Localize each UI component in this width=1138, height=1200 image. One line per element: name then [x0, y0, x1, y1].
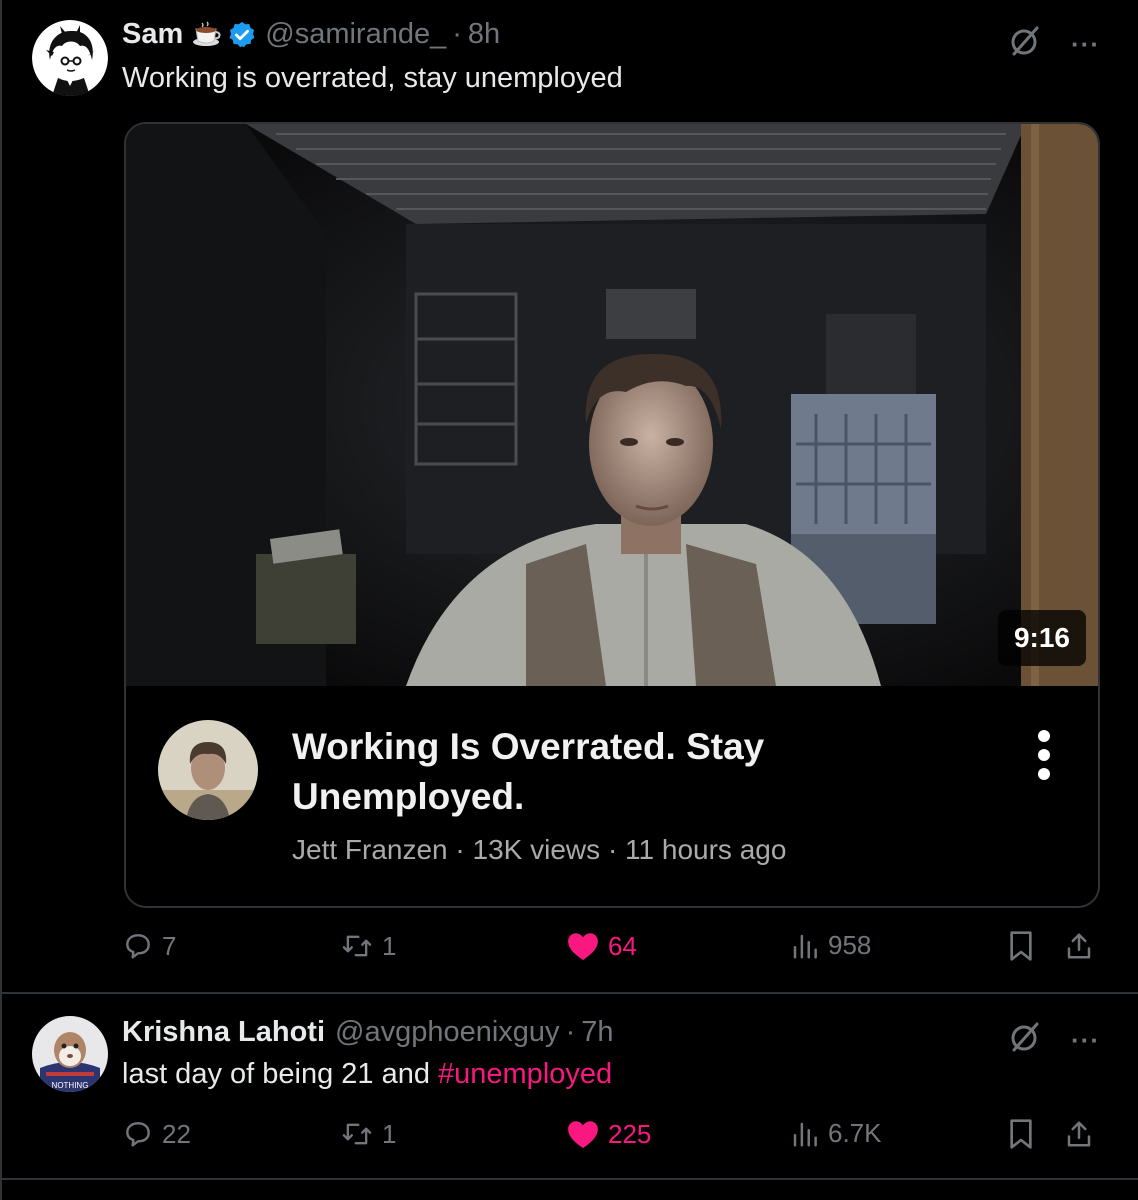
views-icon: [790, 931, 820, 961]
channel-avatar[interactable]: [158, 720, 258, 820]
separator: ·: [607, 834, 618, 865]
bookmark-button[interactable]: [1006, 1118, 1036, 1150]
display-name[interactable]: Sam: [122, 18, 183, 51]
timestamp[interactable]: 8h: [468, 18, 500, 51]
separator: ·: [455, 834, 465, 865]
heart-icon: [566, 1118, 600, 1150]
separator: ·: [565, 1016, 576, 1048]
tweet-text-prefix: last day of being 21 and: [122, 1058, 439, 1090]
timestamp[interactable]: 7h: [581, 1016, 613, 1049]
video-more-icon[interactable]: [1036, 730, 1052, 780]
tweet-header: Sam @samirande_ · 8h: [122, 18, 500, 51]
reply-icon: [122, 930, 154, 962]
tweet-top-icons: ···: [1007, 24, 1100, 63]
more-icon[interactable]: ···: [1071, 1027, 1100, 1053]
view-count: 13K views: [472, 834, 601, 865]
upload-age: 11 hours ago: [625, 834, 787, 865]
reply-count: 7: [162, 930, 177, 961]
share-button[interactable]: [1064, 930, 1094, 962]
like-button[interactable]: 225: [566, 1118, 651, 1150]
views-count: 958: [828, 930, 872, 960]
tweet-header: Krishna Lahoti @avgphoenixguy · 7h: [122, 1016, 614, 1049]
reply-button[interactable]: 7: [122, 930, 176, 962]
repost-count: 1: [382, 1118, 397, 1149]
hashtag-link[interactable]: #unemployed: [438, 1058, 612, 1090]
handle[interactable]: @samirande_: [265, 18, 446, 51]
avatar-shirt-text: NOTHING: [52, 1081, 89, 1090]
bookmark-button[interactable]: [1006, 930, 1036, 962]
separator: ·: [452, 18, 462, 50]
tweet[interactable]: NOTHING Krishna Lahoti @avgphoenixguy · …: [2, 994, 1138, 1180]
video-duration: 9:16: [997, 610, 1086, 666]
avatar[interactable]: NOTHING: [32, 1016, 108, 1092]
share-icon: [1064, 930, 1094, 962]
bookmark-icon: [1006, 1118, 1036, 1150]
tweet-text: last day of being 21 and #unemployed: [122, 1058, 612, 1091]
handle[interactable]: @avgphoenixguy: [335, 1016, 560, 1049]
coffee-icon: [191, 20, 221, 50]
reply-count: 22: [162, 1118, 191, 1149]
display-name[interactable]: Krishna Lahoti: [122, 1016, 325, 1049]
avatar[interactable]: [32, 20, 108, 96]
verified-icon[interactable]: [227, 20, 257, 50]
grok-icon[interactable]: [1007, 24, 1041, 63]
video-card[interactable]: 9:16 Working Is Overrated. Stay Unemploy…: [124, 122, 1100, 908]
bookmark-icon: [1006, 930, 1036, 962]
tweet-text: Working is overrated, stay unemployed: [122, 62, 623, 94]
more-icon[interactable]: ···: [1071, 31, 1100, 57]
channel-name[interactable]: Jett Franzen: [292, 834, 448, 865]
views-count: 6.7K: [828, 1118, 882, 1148]
repost-icon: [340, 930, 374, 962]
reply-icon: [122, 1118, 154, 1150]
like-count: 64: [608, 930, 637, 961]
share-button[interactable]: [1064, 1118, 1094, 1150]
heart-icon: [566, 930, 600, 962]
video-thumbnail[interactable]: 9:16: [126, 124, 1098, 686]
reply-button[interactable]: 22: [122, 1118, 191, 1150]
video-meta: Jett Franzen · 13K views · 11 hours ago: [292, 834, 786, 866]
grok-icon[interactable]: [1007, 1020, 1041, 1059]
action-bar: 7 1 64 958: [122, 930, 1100, 970]
views-button[interactable]: 6.7K: [790, 1118, 882, 1149]
repost-button[interactable]: 1: [340, 930, 396, 962]
views-icon: [790, 1119, 820, 1149]
tweet[interactable]: Sam @samirande_ · 8h ··· Working is over…: [2, 0, 1138, 994]
repost-count: 1: [382, 930, 397, 961]
action-bar: 22 1 225 6.7K: [122, 1118, 1100, 1158]
views-button[interactable]: 958: [790, 930, 871, 961]
repost-icon: [340, 1118, 374, 1150]
like-count: 225: [608, 1118, 652, 1149]
like-button[interactable]: 64: [566, 930, 637, 962]
share-icon: [1064, 1118, 1094, 1150]
video-title[interactable]: Working Is Overrated. Stay Unemployed.: [292, 722, 852, 822]
repost-button[interactable]: 1: [340, 1118, 396, 1150]
tweet-top-icons: ···: [1007, 1020, 1100, 1059]
